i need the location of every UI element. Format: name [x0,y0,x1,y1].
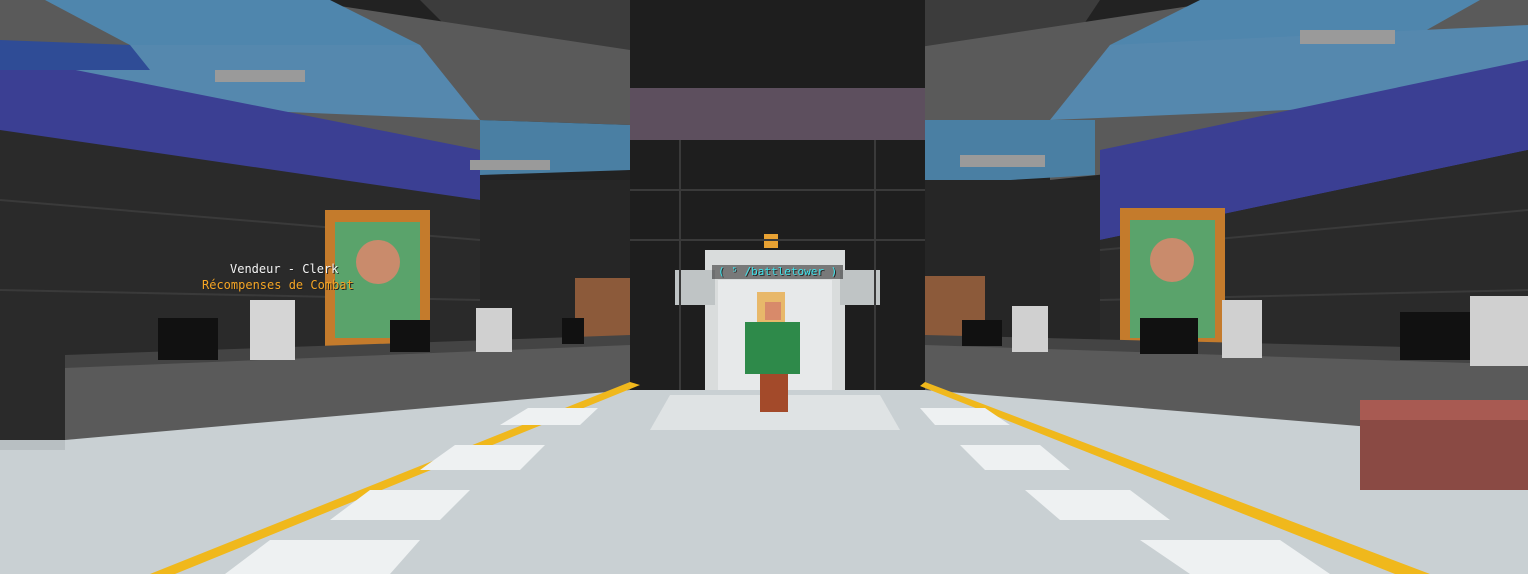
ceiling-light-right-1 [1300,30,1395,44]
elevator-command-tag: ( ⁵ /battletower ) [712,265,844,279]
robot-right-3 [1470,296,1528,366]
monitor-right-2 [1140,318,1198,354]
clerk-npc[interactable] [250,300,295,360]
robot-left [476,308,512,352]
ceiling-light-right-2 [960,155,1045,167]
tower-band [630,88,925,140]
robot-right-2 [1222,300,1262,358]
monitor-right-3 [1400,312,1470,360]
monitor-left-1 [158,318,218,360]
npc-name-tag: Vendeur - Clerk [230,262,339,276]
monitor-right-1 [962,320,1002,346]
painting-face-right [1150,238,1194,282]
monitor-left-2 [390,320,430,352]
floor-edge [0,440,65,450]
ceiling-light-left-2 [470,160,550,170]
ceiling-light-left-1 [215,70,305,82]
painting-face-left [356,240,400,284]
right-ceiling-glass-inner [925,120,1095,185]
npc-role-tag: Récompenses de Combat [202,278,354,292]
monitor-left-3 [562,318,584,344]
game-viewport[interactable]: Vendeur - Clerk Récompenses de Combat ( … [0,0,1528,574]
robot-right-1 [1012,306,1048,352]
sofa-top [1360,400,1528,420]
